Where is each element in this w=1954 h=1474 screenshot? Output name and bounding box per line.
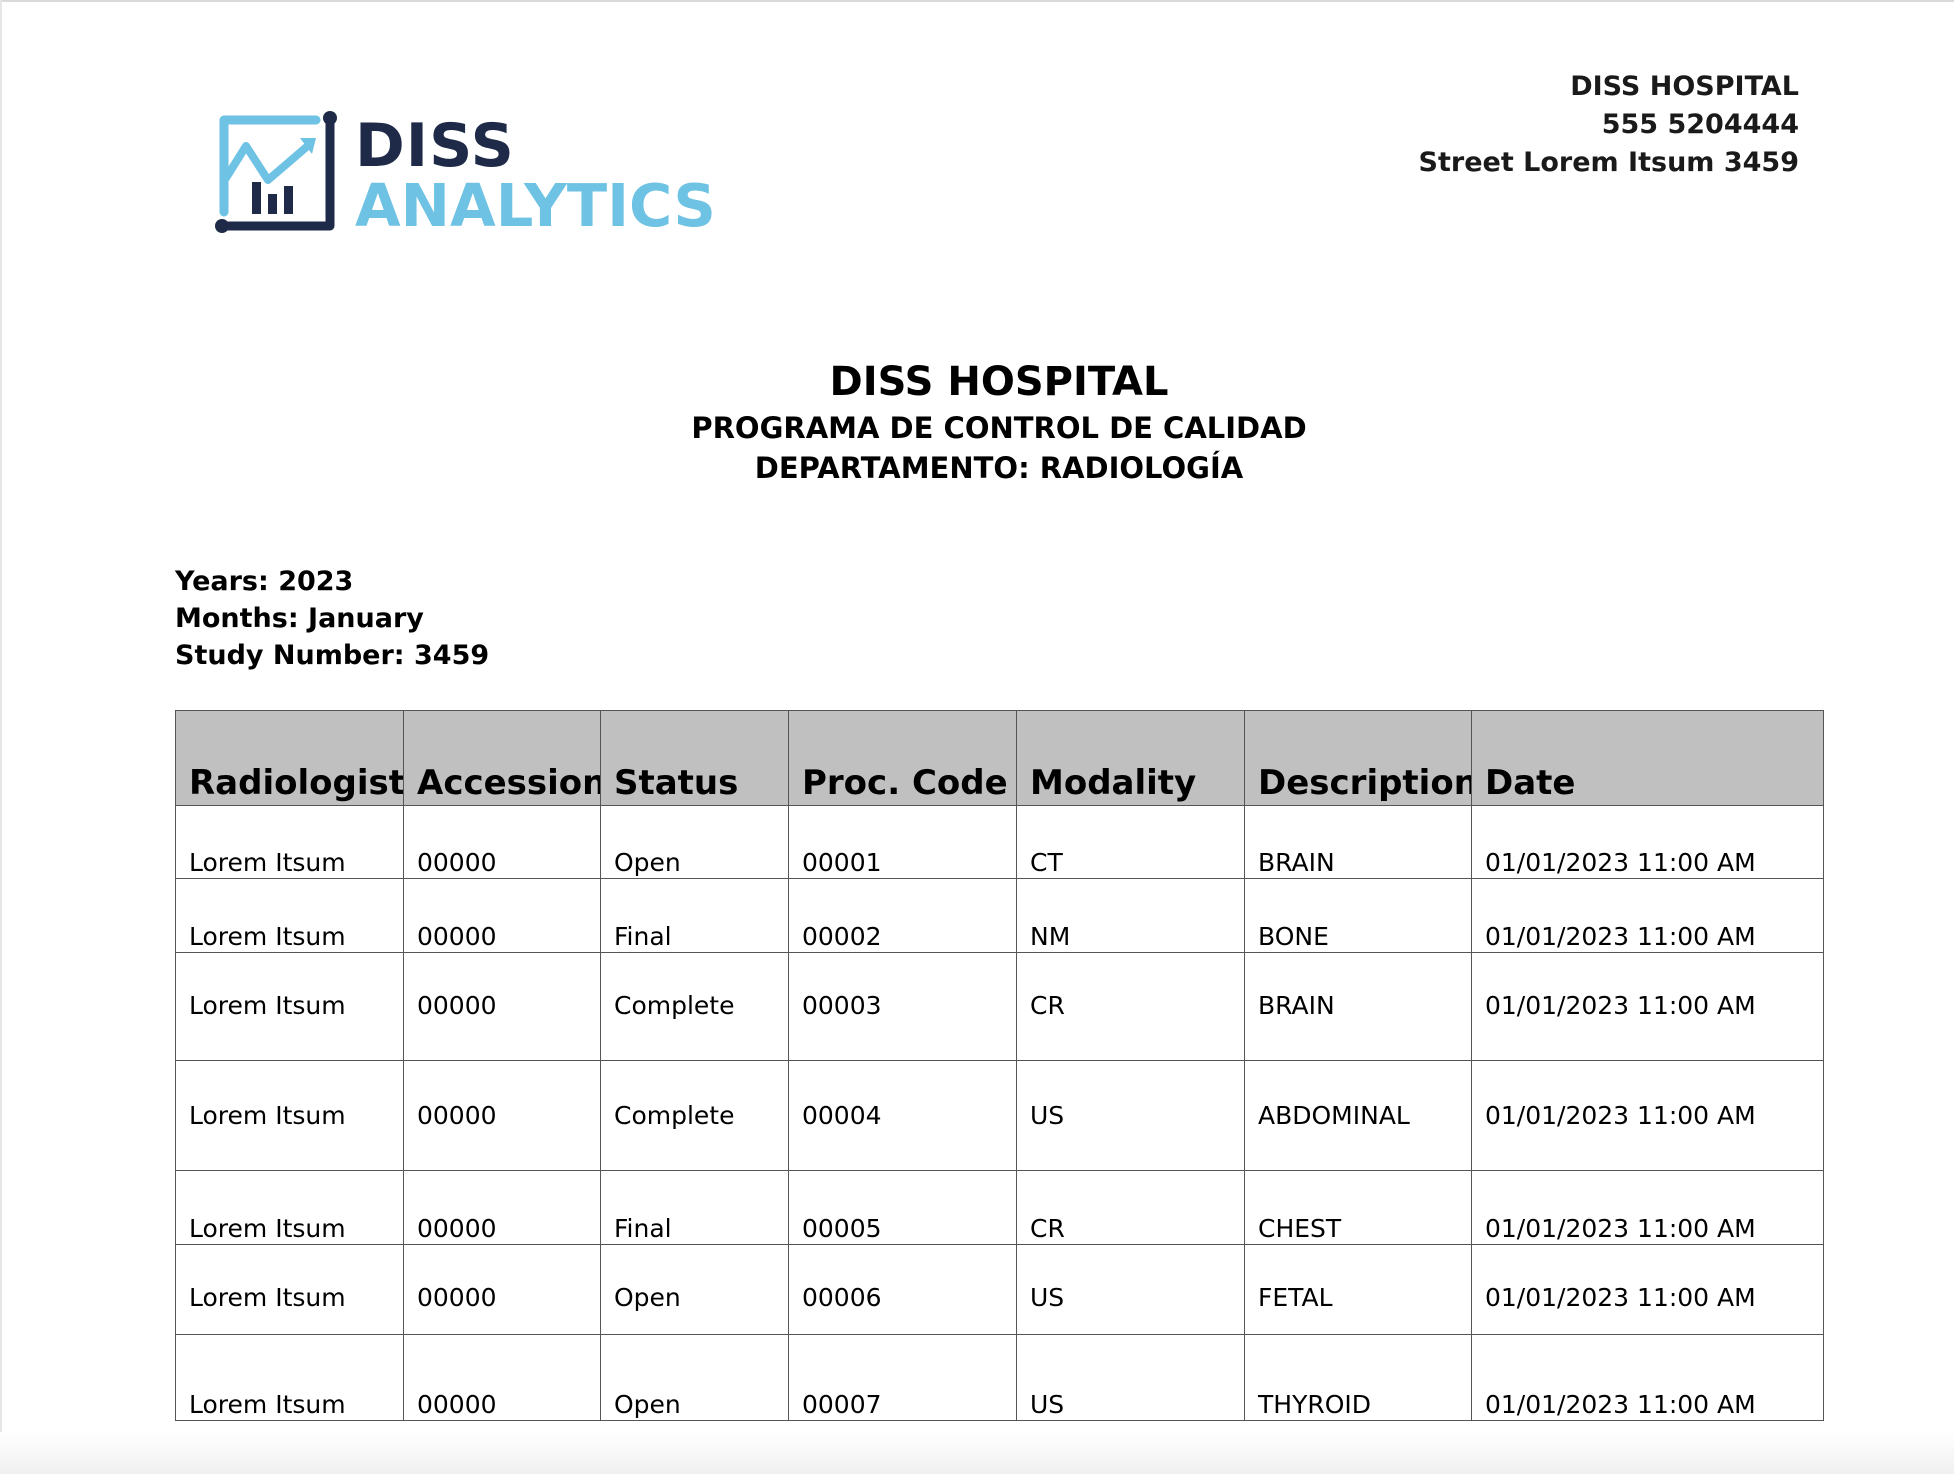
cell-accession: 00000 (403, 805, 601, 879)
meta-years: Years: 2023 (175, 566, 354, 597)
address-phone: 555 5204444 (1601, 109, 1799, 140)
cell-description: ABDOMINAL (1244, 1060, 1472, 1171)
cell-modality: NM (1016, 878, 1245, 953)
cell-date: 01/01/2023 11:00 AM (1471, 805, 1824, 879)
cell-radiologist: Lorem Itsum (175, 952, 404, 1061)
cell-proc-code: 00001 (788, 805, 1017, 879)
cell-accession: 00000 (403, 1060, 601, 1171)
page-bottom-edge (0, 1432, 1954, 1474)
column-header-date: Date (1471, 710, 1824, 806)
table-row: Lorem Itsum 00000 Open 00001 CT BRAIN 01… (175, 805, 1824, 879)
cell-date: 01/01/2023 11:00 AM (1471, 878, 1824, 953)
column-header-accession: Accession (403, 710, 601, 806)
cell-date: 01/01/2023 11:00 AM (1471, 1060, 1824, 1171)
meta-months: Months: January (175, 603, 424, 634)
cell-description: FETAL (1244, 1244, 1472, 1335)
cell-description: THYROID (1244, 1334, 1472, 1421)
cell-date: 01/01/2023 11:00 AM (1471, 1334, 1824, 1421)
analytics-chart-icon (215, 111, 337, 233)
table-row: Lorem Itsum 00000 Final 00002 NM BONE 01… (175, 878, 1824, 953)
meta-study-number: Study Number: 3459 (175, 640, 490, 671)
company-logo: DISS ANALYTICS (212, 108, 716, 238)
logo-word-analytics: ANALYTICS (355, 171, 716, 240)
cell-description: BONE (1244, 878, 1472, 953)
cell-proc-code: 00004 (788, 1060, 1017, 1171)
page-edge-top (0, 0, 1954, 2)
report-meta: Years: 2023 Months: January Study Number… (175, 563, 489, 674)
page-edge-left (0, 0, 2, 1474)
cell-modality: CT (1016, 805, 1245, 879)
table-header-row: Radiologist Accession Status Proc. Code … (175, 710, 1824, 806)
program-subtitle: PROGRAMA DE CONTROL DE CALIDAD (691, 411, 1307, 445)
column-header-proc-code: Proc. Code (788, 710, 1017, 806)
cell-status: Open (600, 1334, 789, 1421)
table-row: Lorem Itsum 00000 Final 00005 CR CHEST 0… (175, 1170, 1824, 1245)
cell-date: 01/01/2023 11:00 AM (1471, 952, 1824, 1061)
cell-radiologist: Lorem Itsum (175, 1244, 404, 1335)
cell-accession: 00000 (403, 1334, 601, 1421)
cell-date: 01/01/2023 11:00 AM (1471, 1170, 1824, 1245)
cell-accession: 00000 (403, 1244, 601, 1335)
cell-proc-code: 00006 (788, 1244, 1017, 1335)
column-header-radiologist: Radiologist (175, 710, 404, 806)
column-header-status: Status (600, 710, 789, 806)
department-subtitle: DEPARTAMENTO: RADIOLOGÍA (754, 451, 1244, 485)
cell-description: BRAIN (1244, 805, 1472, 879)
cell-proc-code: 00007 (788, 1334, 1017, 1421)
cell-status: Final (600, 1170, 789, 1245)
cell-radiologist: Lorem Itsum (175, 878, 404, 953)
table-row: Lorem Itsum 00000 Open 00007 US THYROID … (175, 1334, 1824, 1421)
cell-modality: US (1016, 1060, 1245, 1171)
cell-modality: CR (1016, 1170, 1245, 1245)
cell-radiologist: Lorem Itsum (175, 1170, 404, 1245)
report-title: DISS HOSPITAL (829, 359, 1169, 405)
address-name: DISS HOSPITAL (1570, 71, 1799, 102)
cell-modality: US (1016, 1334, 1245, 1421)
table-row: Lorem Itsum 00000 Open 00006 US FETAL 01… (175, 1244, 1824, 1335)
cell-status: Open (600, 805, 789, 879)
cell-radiologist: Lorem Itsum (175, 1334, 404, 1421)
cell-status: Final (600, 878, 789, 953)
table-row: Lorem Itsum 00000 Complete 00003 CR BRAI… (175, 952, 1824, 1061)
column-header-description: Description (1244, 710, 1472, 806)
address-street: Street Lorem Itsum 3459 (1418, 147, 1799, 178)
cell-description: CHEST (1244, 1170, 1472, 1245)
cell-status: Complete (600, 1060, 789, 1171)
studies-table: Radiologist Accession Status Proc. Code … (175, 710, 1824, 1421)
cell-proc-code: 00005 (788, 1170, 1017, 1245)
hospital-address-block: DISS HOSPITAL 555 5204444 Street Lorem I… (1419, 68, 1799, 182)
cell-modality: CR (1016, 952, 1245, 1061)
cell-radiologist: Lorem Itsum (175, 1060, 404, 1171)
cell-proc-code: 00002 (788, 878, 1017, 953)
column-header-modality: Modality (1016, 710, 1245, 806)
report-title-block: DISS HOSPITAL PROGRAMA DE CONTROL DE CAL… (0, 356, 1954, 488)
cell-status: Complete (600, 952, 789, 1061)
cell-accession: 00000 (403, 952, 601, 1061)
cell-date: 01/01/2023 11:00 AM (1471, 1244, 1824, 1335)
logo-word-diss: DISS (355, 111, 515, 181)
cell-accession: 00000 (403, 1170, 601, 1245)
table-row: Lorem Itsum 00000 Complete 00004 US ABDO… (175, 1060, 1824, 1171)
cell-modality: US (1016, 1244, 1245, 1335)
cell-description: BRAIN (1244, 952, 1472, 1061)
cell-status: Open (600, 1244, 789, 1335)
cell-proc-code: 00003 (788, 952, 1017, 1061)
cell-radiologist: Lorem Itsum (175, 805, 404, 879)
cell-accession: 00000 (403, 878, 601, 953)
